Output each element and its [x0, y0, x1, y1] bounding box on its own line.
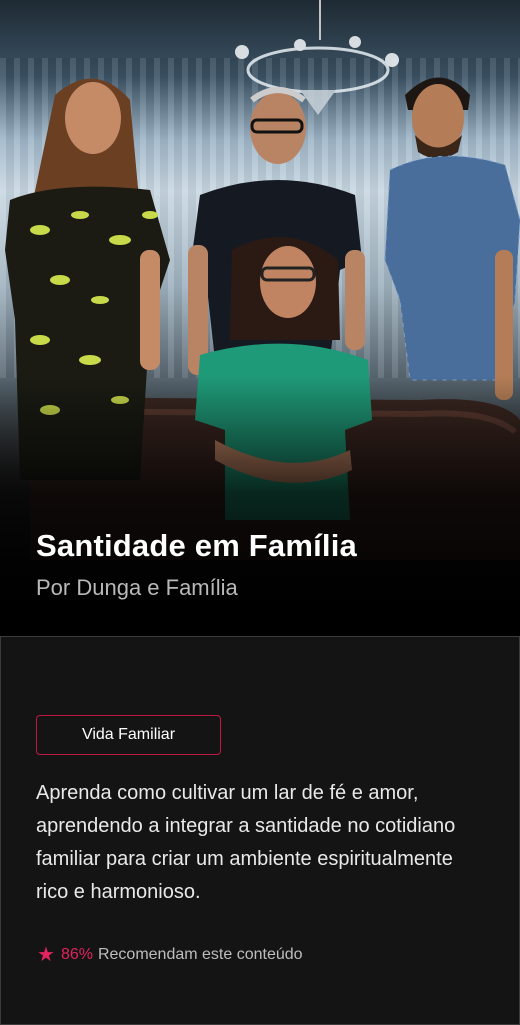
category-tag[interactable]: Vida Familiar — [36, 715, 221, 755]
author-subtitle: Por Dunga e Família — [36, 575, 238, 600]
rating-percent: 86% — [60, 946, 93, 963]
hero-banner: Santidade em Família Por Dunga e Família — [0, 0, 520, 636]
content-description: Aprenda como cultivar um lar de fé e amo… — [36, 782, 456, 903]
rating-row: ★ 86% Recomendam este conteúdo — [37, 945, 303, 965]
content-card: Vida Familiar Aprenda como cultivar um l… — [0, 636, 520, 1025]
person-right — [384, 77, 520, 400]
rating-text: Recomendam este conteúdo — [97, 946, 303, 963]
page-title: Santidade em Família — [36, 528, 357, 563]
star-icon: ★ — [37, 944, 55, 966]
